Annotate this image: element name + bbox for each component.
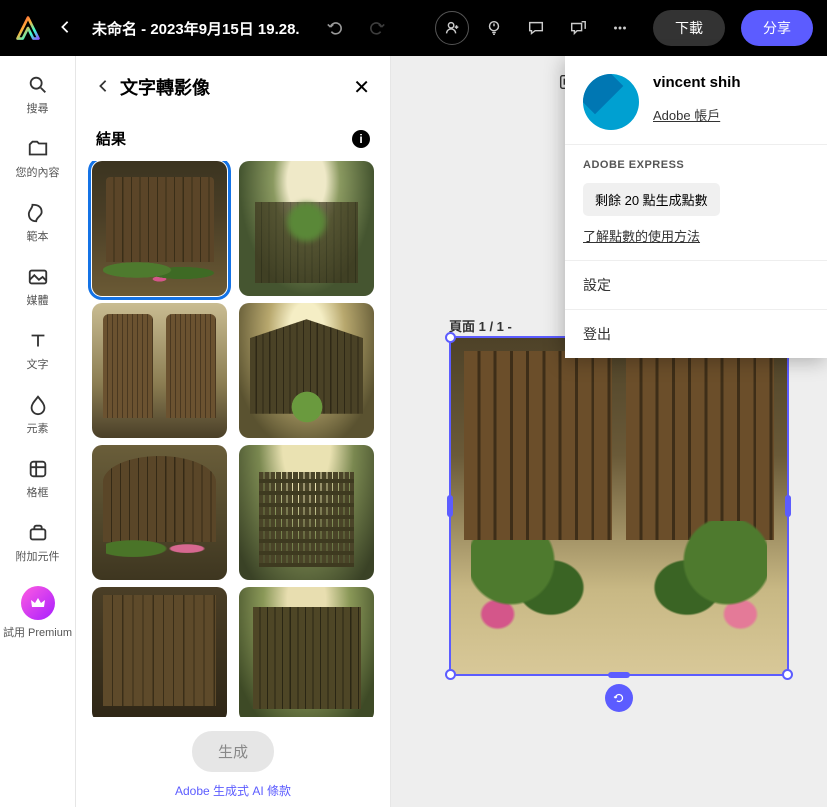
results-grid	[76, 161, 390, 717]
credits-badge: 剩餘 20 點生成點數	[583, 183, 720, 216]
account-section-title: ADOBE EXPRESS	[583, 159, 809, 171]
document-title[interactable]: 未命名 - 2023年9月15日 19.28.	[92, 18, 300, 39]
result-tile-6[interactable]	[239, 445, 374, 580]
rail-addons[interactable]: 附加元件	[0, 522, 75, 564]
result-tile-2[interactable]	[239, 161, 374, 296]
rail-media-label: 媒體	[27, 292, 49, 308]
invite-icon[interactable]	[435, 11, 469, 45]
resize-handle-b[interactable]	[608, 672, 630, 678]
credits-help-link[interactable]: 了解點數的使用方法	[583, 229, 700, 244]
adobe-account-link[interactable]: Adobe 帳戶	[653, 108, 720, 123]
rail-elements-label: 元素	[27, 420, 49, 436]
comment-icon[interactable]	[519, 11, 553, 45]
revert-button[interactable]	[605, 684, 633, 712]
panel-close-button[interactable]: ✕	[353, 75, 370, 100]
undo-button[interactable]	[318, 11, 352, 45]
resize-handle-bl[interactable]	[445, 669, 456, 680]
rail-text-label: 文字	[27, 356, 49, 372]
ai-terms-link[interactable]: Adobe 生成式 AI 條款	[175, 782, 291, 799]
result-tile-1[interactable]	[92, 161, 227, 296]
rail-addons-label: 附加元件	[16, 548, 60, 564]
result-tile-8[interactable]	[239, 587, 374, 717]
info-icon[interactable]: i	[352, 130, 370, 148]
download-button[interactable]: 下載	[653, 10, 725, 46]
rail-premium[interactable]: 試用 Premium	[0, 586, 75, 640]
canvas-image[interactable]	[449, 336, 789, 676]
avatar[interactable]	[583, 74, 639, 130]
rail-search[interactable]: 搜尋	[0, 74, 75, 116]
resize-handle-l[interactable]	[447, 495, 453, 517]
crown-icon	[21, 586, 55, 620]
share-out-icon[interactable]	[561, 11, 595, 45]
account-name: vincent shih	[653, 74, 741, 91]
resize-handle-tl[interactable]	[445, 332, 456, 343]
rail-your-content[interactable]: 您的內容	[0, 138, 75, 180]
rail-frames[interactable]: 格框	[0, 458, 75, 500]
share-button[interactable]: 分享	[741, 10, 813, 46]
app-logo[interactable]	[14, 14, 42, 42]
rail-templates-label: 範本	[27, 228, 49, 244]
rail-search-label: 搜尋	[27, 100, 49, 116]
rail-frames-label: 格框	[27, 484, 49, 500]
back-button[interactable]	[50, 14, 80, 43]
result-tile-7[interactable]	[92, 587, 227, 717]
panel-back-button[interactable]	[96, 77, 110, 98]
lightbulb-icon[interactable]	[477, 11, 511, 45]
topbar: 未命名 - 2023年9月15日 19.28. 下載 分享	[0, 0, 827, 56]
result-tile-4[interactable]	[239, 303, 374, 438]
resize-handle-r[interactable]	[785, 495, 791, 517]
generate-button[interactable]: 生成	[192, 731, 274, 772]
rail-elements[interactable]: 元素	[0, 394, 75, 436]
canvas-selection[interactable]	[449, 336, 789, 676]
results-heading: 結果	[96, 128, 126, 149]
rail-media[interactable]: 媒體	[0, 266, 75, 308]
result-tile-5[interactable]	[92, 445, 227, 580]
rail-text[interactable]: 文字	[0, 330, 75, 372]
rail-premium-label: 試用 Premium	[3, 624, 72, 640]
more-icon[interactable]	[603, 11, 637, 45]
account-popover: vincent shih Adobe 帳戶 ADOBE EXPRESS 剩餘 2…	[565, 56, 827, 358]
left-rail: 搜尋 您的內容 範本 媒體 文字 元素 格框 附加元件	[0, 56, 76, 807]
text-to-image-panel: 文字轉影像 ✕ 結果 i 生成 Adobe 生成式 AI 條款	[76, 56, 391, 807]
settings-item[interactable]: 設定	[565, 260, 827, 309]
logout-item[interactable]: 登出	[565, 309, 827, 358]
rail-your-content-label: 您的內容	[16, 164, 60, 180]
redo-button[interactable]	[360, 11, 394, 45]
resize-handle-br[interactable]	[782, 669, 793, 680]
rail-templates[interactable]: 範本	[0, 202, 75, 244]
result-tile-3[interactable]	[92, 303, 227, 438]
page-indicator: 頁面 1 / 1 -	[449, 316, 512, 335]
panel-title: 文字轉影像	[120, 74, 343, 100]
